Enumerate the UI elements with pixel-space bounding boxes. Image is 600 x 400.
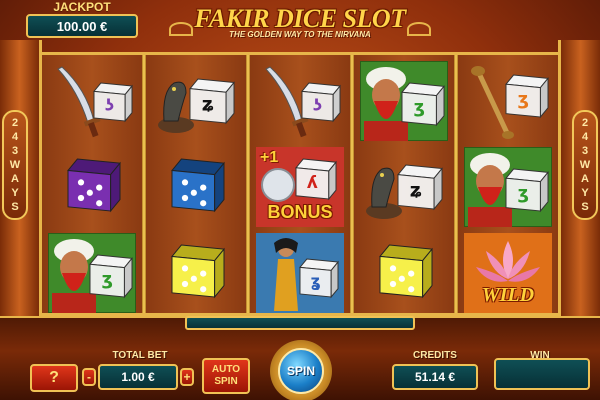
reel-symbol-cobra-dice: ʑ: [152, 61, 240, 141]
bet-decrease-button[interactable]: -: [82, 368, 96, 386]
svg-text:ʓ: ʓ: [310, 271, 320, 290]
total-bet-label: TOTAL BET: [112, 350, 168, 361]
ways-right-char: S: [581, 201, 589, 213]
title-ornament-left: [169, 22, 193, 36]
reel-grid: ʖ ʒ ʑ ʖ ʎ +1 BONUS ʓ ʒ ʑ ʒ ʒ WILD: [42, 52, 558, 316]
auto-spin-button[interactable]: AUTO SPIN: [202, 358, 250, 394]
credits-label: CREDITS: [413, 350, 457, 361]
svg-text:ʒ: ʒ: [414, 98, 425, 118]
ways-left-char: A: [11, 173, 19, 185]
reel-symbol-bonus: ʎ +1 BONUS: [256, 147, 344, 227]
ways-right-char: A: [581, 173, 589, 185]
ways-right-char: 4: [581, 131, 589, 143]
slot-game: 2 4 3 W A Y S 2 4 3 W A Y S JACKPOT 100.…: [0, 0, 600, 400]
credits-value: 51.14 €: [392, 364, 478, 390]
reel-5: ʒ ʒ WILD: [458, 55, 558, 313]
ways-left-char: W: [9, 159, 21, 171]
bonus-label: BONUS: [267, 202, 333, 222]
svg-text:ʒ: ʒ: [518, 184, 529, 204]
jackpot-panel: JACKPOT 100.00 €: [22, 0, 142, 40]
ways-indicator-right: 2 4 3 W A Y S: [572, 110, 598, 220]
svg-text:ʎ: ʎ: [307, 172, 318, 192]
reel-symbol-fakir-dice: ʒ: [360, 61, 448, 141]
reel-1: ʖ ʒ: [42, 55, 142, 313]
win-value: [494, 358, 590, 390]
auto-spin-line1: AUTO: [211, 364, 241, 375]
reel-symbol-dice-blue: [152, 147, 240, 227]
svg-text:ʑ: ʑ: [202, 95, 215, 116]
bonus-plus-one: +1: [260, 149, 279, 166]
ways-right-char: Y: [581, 187, 589, 199]
reel-symbol-dice-yellow: [360, 233, 448, 313]
reel-symbol-cobra-dice: ʑ: [360, 147, 448, 227]
jackpot-value: 100.00 €: [26, 14, 138, 38]
ways-right-char: 2: [581, 117, 589, 129]
spin-button[interactable]: SPIN: [278, 348, 324, 394]
game-title: FAKIR DICE SLOT THE GOLDEN WAY TO THE NI…: [169, 4, 431, 48]
reel-symbol-dagger: ʖ: [256, 61, 344, 141]
jackpot-label: JACKPOT: [53, 0, 111, 14]
reel-symbol-fakir-dice: ʒ: [48, 233, 136, 313]
svg-text:ʑ: ʑ: [410, 181, 423, 202]
svg-text:ʒ: ʒ: [102, 270, 113, 290]
reel-symbol-dice-purple: [48, 147, 136, 227]
wild-label: WILD: [481, 284, 535, 306]
title-ornament-right: [407, 22, 431, 36]
ways-right-char: 3: [581, 145, 589, 157]
total-bet-value: 1.00 €: [98, 364, 178, 390]
reel-symbol-flute-dice: ʒ: [464, 61, 552, 141]
ways-indicator-left: 2 4 3 W A Y S: [2, 110, 28, 220]
svg-text:ʖ: ʖ: [313, 95, 322, 114]
svg-text:ʒ: ʒ: [518, 90, 529, 110]
help-button[interactable]: ?: [30, 364, 78, 392]
bet-increase-button[interactable]: +: [180, 368, 194, 386]
auto-spin-line2: SPIN: [214, 376, 238, 387]
reel-symbol-lotus-wild: WILD: [464, 233, 552, 313]
reel-3: ʖ ʎ +1 BONUS ʓ: [250, 55, 350, 313]
ways-left-char: S: [11, 201, 19, 213]
reel-2: ʑ: [146, 55, 246, 313]
ways-left-char: 4: [11, 131, 19, 143]
ways-left-char: 3: [11, 145, 19, 157]
reel-4: ʒ ʑ: [354, 55, 454, 313]
reel-symbol-fakir-dice: ʒ: [464, 147, 552, 227]
reel-symbol-dancer-dice: ʓ: [256, 233, 344, 313]
ways-right-char: W: [579, 159, 591, 171]
ways-left-char: Y: [11, 187, 19, 199]
reel-symbol-dagger: ʖ: [48, 61, 136, 141]
ways-left-char: 2: [11, 117, 19, 129]
svg-text:ʖ: ʖ: [105, 95, 114, 114]
message-strip: [185, 316, 415, 330]
reel-symbol-dice-yellow: [152, 233, 240, 313]
